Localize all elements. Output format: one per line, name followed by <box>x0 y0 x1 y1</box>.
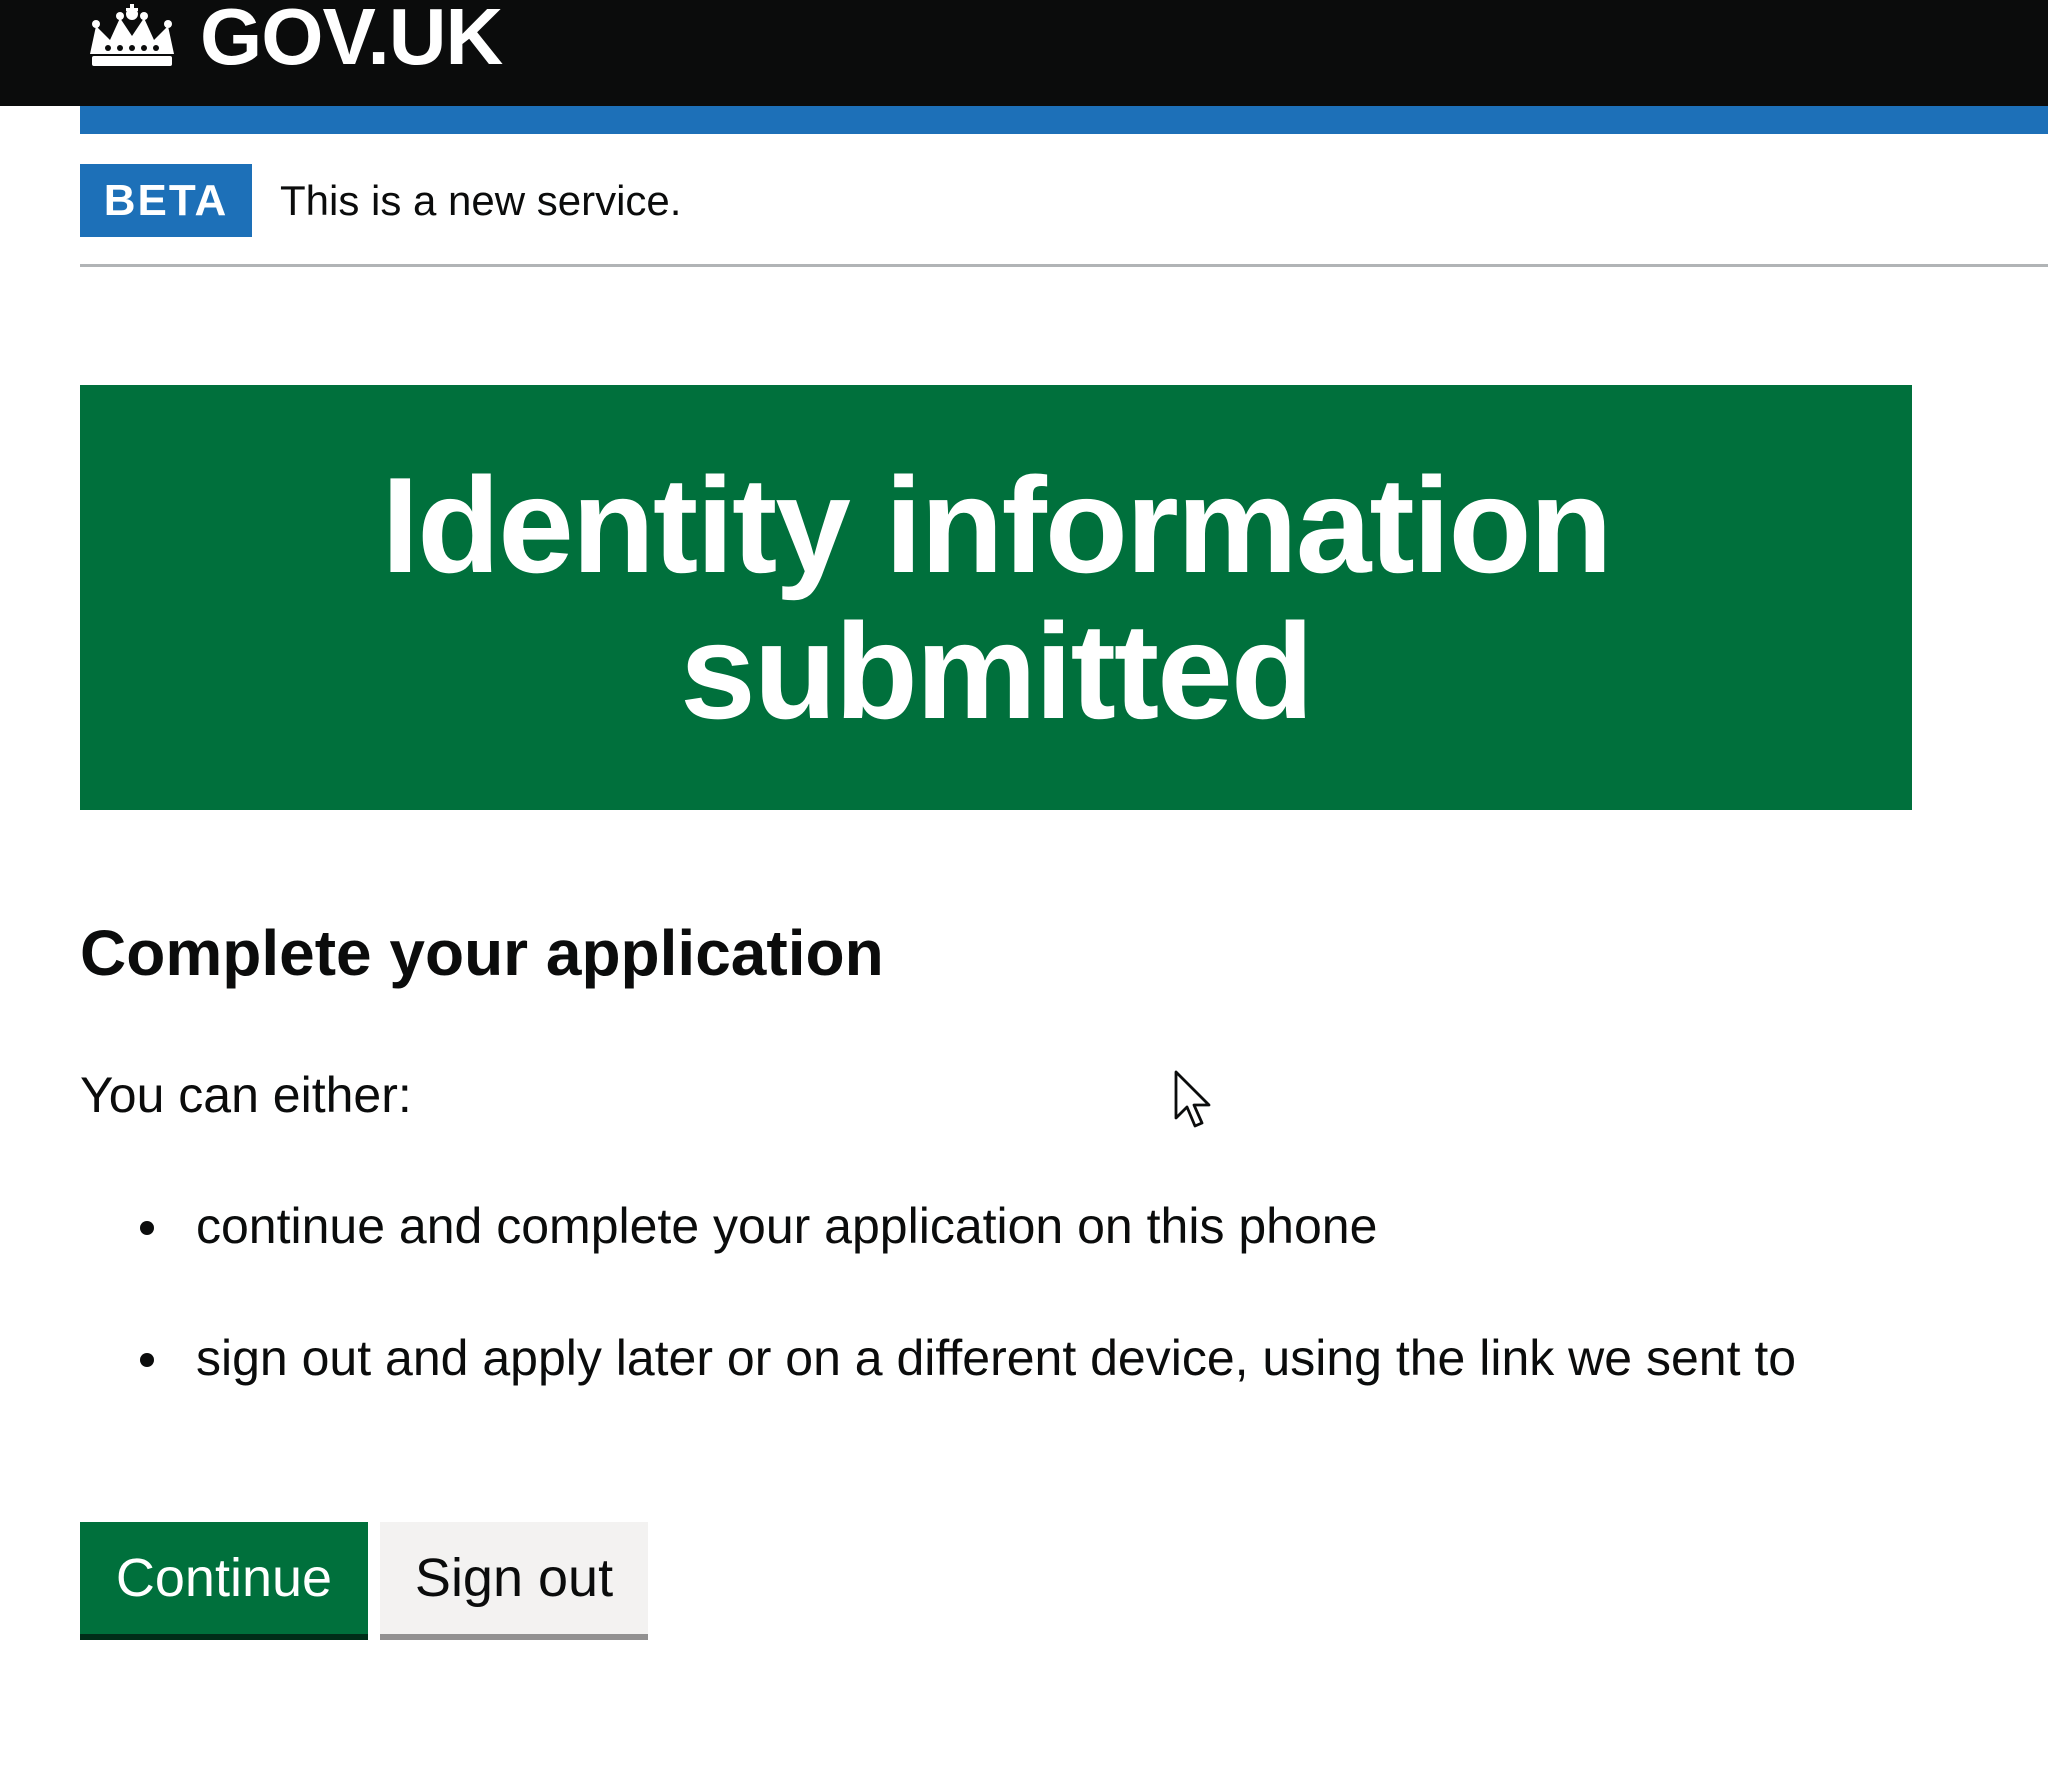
mouse-pointer-icon <box>1174 1070 1214 1137</box>
header-accent-bar <box>80 106 2048 134</box>
govuk-logo-link[interactable]: GOV.UK <box>80 0 503 82</box>
bullet-icon <box>140 1221 154 1235</box>
phase-banner-text: This is a new service. <box>280 177 682 224</box>
section-heading: Complete your application <box>80 917 884 989</box>
phase-banner: BETA This is a new service. <box>80 164 2048 267</box>
list-item-text: continue and complete your application o… <box>196 1198 1378 1254</box>
continue-button[interactable]: Continue <box>80 1522 368 1634</box>
list-item: continue and complete your application o… <box>80 1195 2000 1257</box>
options-list: continue and complete your application o… <box>80 1195 2000 1459</box>
confirmation-panel: Identity information submitted <box>80 385 1912 810</box>
sign-out-button[interactable]: Sign out <box>380 1522 648 1634</box>
site-header: GOV.UK <box>0 0 2048 106</box>
intro-text: You can either: <box>80 1067 412 1123</box>
phase-tag: BETA <box>80 164 252 237</box>
bullet-icon <box>140 1353 154 1367</box>
list-item-text: sign out and apply later or on a differe… <box>196 1330 1797 1386</box>
govuk-logo-text: GOV.UK <box>200 0 503 81</box>
list-item: sign out and apply later or on a differe… <box>80 1327 2000 1389</box>
crown-icon <box>80 4 184 70</box>
confirmation-panel-title: Identity information submitted <box>381 448 1612 747</box>
